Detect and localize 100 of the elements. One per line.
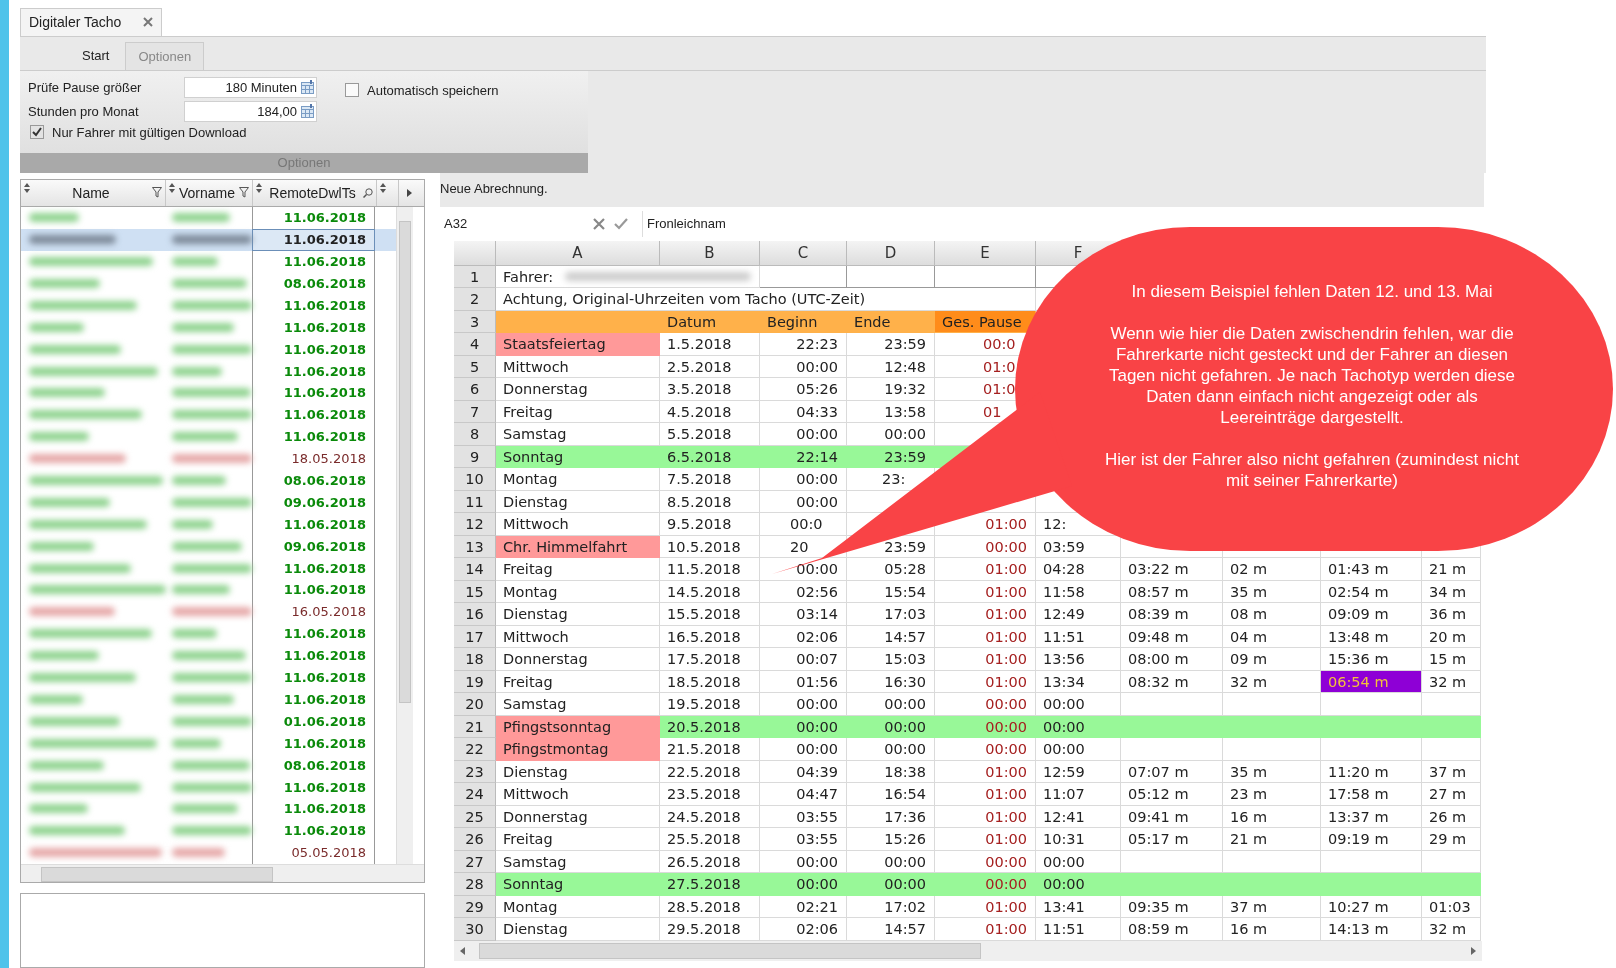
row-number[interactable]: 10	[454, 468, 496, 491]
driver-row[interactable]: 11.06.2018	[21, 666, 396, 689]
checkmark-icon[interactable]	[614, 216, 628, 231]
column-header[interactable]: D	[884, 243, 897, 262]
row-number[interactable]: 14	[454, 558, 496, 581]
driver-row[interactable]: 11.06.2018	[21, 338, 396, 361]
driver-row[interactable]: 11.06.2018	[21, 776, 396, 798]
row-number[interactable]: 16	[454, 603, 496, 626]
sheet-cell: 00:00	[760, 355, 847, 379]
row-number[interactable]: 15	[454, 580, 496, 604]
row-number[interactable]: 2	[454, 288, 496, 311]
driver-row[interactable]: 11.06.2018	[21, 622, 396, 645]
driver-row[interactable]: 11.06.2018	[21, 688, 396, 711]
filter-icon[interactable]	[152, 187, 162, 199]
driver-row[interactable]: 05.05.2018	[21, 841, 396, 864]
row-number[interactable]: 23	[454, 760, 496, 784]
column-header[interactable]: Name	[21, 179, 166, 206]
column-header[interactable]: E	[980, 243, 990, 262]
row-number[interactable]: 8	[454, 423, 496, 446]
calendar-icon[interactable]	[301, 80, 314, 95]
spin-field[interactable]: 180 Minuten	[184, 76, 317, 98]
row-number[interactable]: 6	[454, 378, 496, 401]
horizontal-scrollbar[interactable]	[21, 863, 424, 882]
row-number[interactable]: 29	[454, 895, 496, 919]
search-icon[interactable]	[363, 187, 373, 198]
date-cell: 11.06.2018	[283, 691, 366, 707]
driver-row[interactable]: 11.06.2018	[21, 250, 396, 273]
driver-row[interactable]: 11.06.2018	[21, 579, 396, 601]
column-header[interactable]: F	[1073, 243, 1083, 262]
column-header[interactable]: C	[797, 243, 809, 262]
document-tab[interactable]: Digitaler Tacho	[20, 7, 162, 36]
sort-arrows-icon[interactable]	[256, 182, 262, 193]
row-number[interactable]: 7	[454, 400, 496, 424]
close-icon[interactable]	[143, 17, 153, 28]
driver-row[interactable]: 11.06.2018	[21, 382, 396, 404]
scroll-right-icon[interactable]	[406, 188, 412, 197]
row-number[interactable]: 1	[454, 265, 496, 289]
sort-arrows-icon[interactable]	[24, 182, 30, 193]
row-number[interactable]: 21	[454, 715, 496, 739]
driver-row[interactable]: 11.06.2018	[21, 294, 396, 317]
column-header[interactable]: Vorname	[166, 179, 253, 206]
scroll-left-icon[interactable]	[460, 946, 465, 955]
row-number[interactable]: 13	[454, 535, 496, 559]
driver-row[interactable]: 11.06.2018	[21, 557, 396, 580]
name-box[interactable]: A32	[442, 216, 584, 232]
row-number[interactable]: 22	[454, 738, 496, 761]
column-header[interactable]: B	[704, 243, 715, 262]
driver-row[interactable]: 11.06.2018	[21, 425, 396, 448]
driver-row[interactable]: 01.06.2018	[21, 710, 396, 733]
scroll-right-icon[interactable]	[1471, 946, 1476, 955]
sort-arrows-icon[interactable]	[380, 182, 386, 193]
column-header[interactable]: A	[572, 243, 583, 262]
row-number[interactable]: 26	[454, 828, 496, 851]
driver-row[interactable]: 11.06.2018	[21, 819, 396, 842]
driver-row[interactable]: 16.05.2018	[21, 600, 396, 623]
row-number[interactable]: 17	[454, 625, 496, 649]
driver-row[interactable]: 11.06.2018	[21, 513, 396, 536]
sheet-cell: Dienstag	[496, 603, 660, 626]
driver-row[interactable]: 08.06.2018	[21, 469, 396, 492]
row-number[interactable]: 9	[454, 445, 496, 469]
column-header[interactable]: RemoteDwlTs	[253, 179, 377, 206]
sort-arrows-icon[interactable]	[169, 182, 175, 193]
row-number[interactable]: 20	[454, 693, 496, 716]
driver-row[interactable]: 11.06.2018	[21, 228, 396, 251]
calendar-icon[interactable]	[301, 104, 314, 119]
row-number[interactable]: 28	[454, 873, 496, 896]
row-number[interactable]: 4	[454, 333, 496, 356]
horizontal-scrollbar[interactable]	[454, 940, 1482, 961]
driver-row[interactable]: 08.06.2018	[21, 754, 396, 777]
sheet-cell: 05:17 m	[1121, 828, 1223, 851]
driver-row[interactable]: 11.06.2018	[21, 206, 396, 229]
driver-row[interactable]: 18.05.2018	[21, 447, 396, 470]
row-number[interactable]: 11	[454, 490, 496, 514]
driver-row[interactable]: 11.06.2018	[21, 644, 396, 667]
driver-row[interactable]: 11.06.2018	[21, 732, 396, 755]
row-number[interactable]: 27	[454, 850, 496, 874]
row-number[interactable]: 24	[454, 783, 496, 806]
driver-row[interactable]: 11.06.2018	[21, 797, 396, 820]
row-number[interactable]: 12	[454, 513, 496, 536]
driver-row[interactable]: 09.06.2018	[21, 535, 396, 558]
driver-row[interactable]: 11.06.2018	[21, 403, 396, 426]
cancel-icon[interactable]	[592, 216, 606, 231]
checkbox[interactable]	[30, 125, 44, 140]
driver-row[interactable]: 08.06.2018	[21, 272, 396, 295]
driver-row[interactable]: 09.06.2018	[21, 491, 396, 514]
filter-icon[interactable]	[239, 187, 249, 199]
driver-row[interactable]: 11.06.2018	[21, 316, 396, 339]
sheet-cell: 21 m	[1223, 828, 1321, 851]
row-number[interactable]: 3	[454, 310, 496, 334]
spin-field[interactable]: 184,00	[184, 100, 317, 122]
vertical-scrollbar[interactable]	[396, 206, 413, 864]
row-number[interactable]: 25	[454, 805, 496, 829]
row-number[interactable]: 30	[454, 918, 496, 941]
ribbon-tab[interactable]: Start	[70, 41, 122, 70]
driver-row[interactable]: 11.06.2018	[21, 360, 396, 383]
checkbox[interactable]	[345, 83, 359, 98]
sheet-cell: 15:03	[847, 648, 935, 671]
row-number[interactable]: 18	[454, 648, 496, 671]
row-number[interactable]: 19	[454, 670, 496, 694]
row-number[interactable]: 5	[454, 355, 496, 379]
